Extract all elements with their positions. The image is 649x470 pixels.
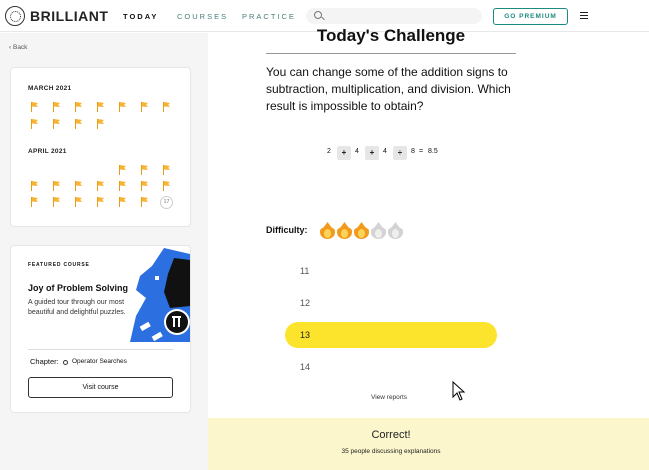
flag-icon <box>53 181 61 191</box>
featured-course-description: A guided tour through our most beautiful… <box>28 299 126 316</box>
divider <box>28 349 173 350</box>
nav-practice[interactable]: PRACTICE <box>242 12 296 21</box>
flag-icon <box>31 197 39 207</box>
featured-course-title[interactable]: Joy of Problem Solving <box>28 283 128 293</box>
nav-courses[interactable]: COURSES <box>177 12 228 21</box>
flag-icon <box>75 119 83 129</box>
answer-option[interactable]: 12 <box>300 298 310 308</box>
flag-icon <box>97 102 105 112</box>
flag-icon <box>31 102 39 112</box>
title-divider <box>266 53 516 54</box>
flame-icon <box>337 222 352 239</box>
flag-icon <box>53 102 61 112</box>
challenge-question: You can change some of the addition sign… <box>266 65 511 113</box>
flag-icon <box>75 181 83 191</box>
page-title: Today's Challenge <box>316 26 466 45</box>
expression-number: 2 <box>327 148 331 155</box>
operator-toggle[interactable]: ÷ <box>393 146 407 160</box>
flag-icon <box>53 197 61 207</box>
answer-option[interactable]: 14 <box>300 362 310 372</box>
flame-icon <box>354 222 369 239</box>
answer-option[interactable]: 13 <box>300 330 310 340</box>
featured-course-label: FEATURED COURSE <box>28 262 90 268</box>
answer-option[interactable]: 11 <box>300 266 309 276</box>
chapter-label: Chapter: <box>30 357 59 366</box>
flag-icon <box>141 165 149 175</box>
flag-icon <box>119 181 127 191</box>
back-link[interactable]: ‹ Back <box>9 44 27 51</box>
flame-icon <box>388 222 403 239</box>
search-input[interactable] <box>328 10 478 22</box>
flame-icon <box>371 222 386 239</box>
flag-icon <box>53 119 61 129</box>
visit-course-button[interactable]: Visit course <box>28 377 173 398</box>
flag-icon <box>141 181 149 191</box>
flag-icon <box>119 165 127 175</box>
search-bar[interactable] <box>306 8 482 24</box>
flag-icon <box>119 102 127 112</box>
menu-icon[interactable] <box>580 12 588 19</box>
chapter-progress-icon <box>63 360 68 365</box>
month-label-march: MARCH 2021 <box>28 85 72 92</box>
mouse-cursor-icon <box>452 381 466 401</box>
view-reports-link[interactable]: View reports <box>371 394 407 401</box>
expression-number: 8 <box>411 148 415 155</box>
flag-icon <box>31 181 39 191</box>
operator-toggle[interactable]: + <box>337 146 351 160</box>
flag-icon <box>97 181 105 191</box>
flag-icon <box>75 102 83 112</box>
flag-icon <box>31 119 39 129</box>
flag-icon <box>97 197 105 207</box>
expression-number: 4 <box>383 148 387 155</box>
current-day-badge[interactable]: 17 <box>160 196 173 209</box>
expression-equals: = <box>419 148 424 155</box>
answer-option-selected[interactable] <box>285 322 497 348</box>
knight-illustration-icon <box>130 248 190 342</box>
operator-toggle[interactable]: + <box>365 146 379 160</box>
difficulty-label: Difficulty: <box>266 225 308 235</box>
chapter-value: Operator Searches <box>72 358 127 365</box>
flag-icon <box>119 197 127 207</box>
flame-icon <box>320 222 335 239</box>
flag-icon <box>141 197 149 207</box>
flag-icon <box>141 102 149 112</box>
expression-result: 8.5 <box>428 148 438 155</box>
discussion-link[interactable]: 35 people discussing explanations <box>208 448 574 455</box>
nav-today[interactable]: TODAY <box>123 12 158 21</box>
flag-icon <box>97 119 105 129</box>
result-text: Correct! <box>371 429 411 441</box>
feedback-banner <box>208 418 649 470</box>
flag-icon <box>163 165 171 175</box>
go-premium-button[interactable]: GO PREMIUM <box>493 8 568 25</box>
search-icon <box>314 11 322 19</box>
back-label: Back <box>12 44 28 51</box>
expression-number: 4 <box>355 148 359 155</box>
flag-icon <box>163 102 171 112</box>
month-label-april: APRIL 2021 <box>28 148 67 155</box>
brand-name[interactable]: BRILLIANT <box>30 8 108 24</box>
brilliant-logo-icon[interactable] <box>5 6 25 26</box>
flag-icon <box>163 181 171 191</box>
flag-icon <box>75 197 83 207</box>
